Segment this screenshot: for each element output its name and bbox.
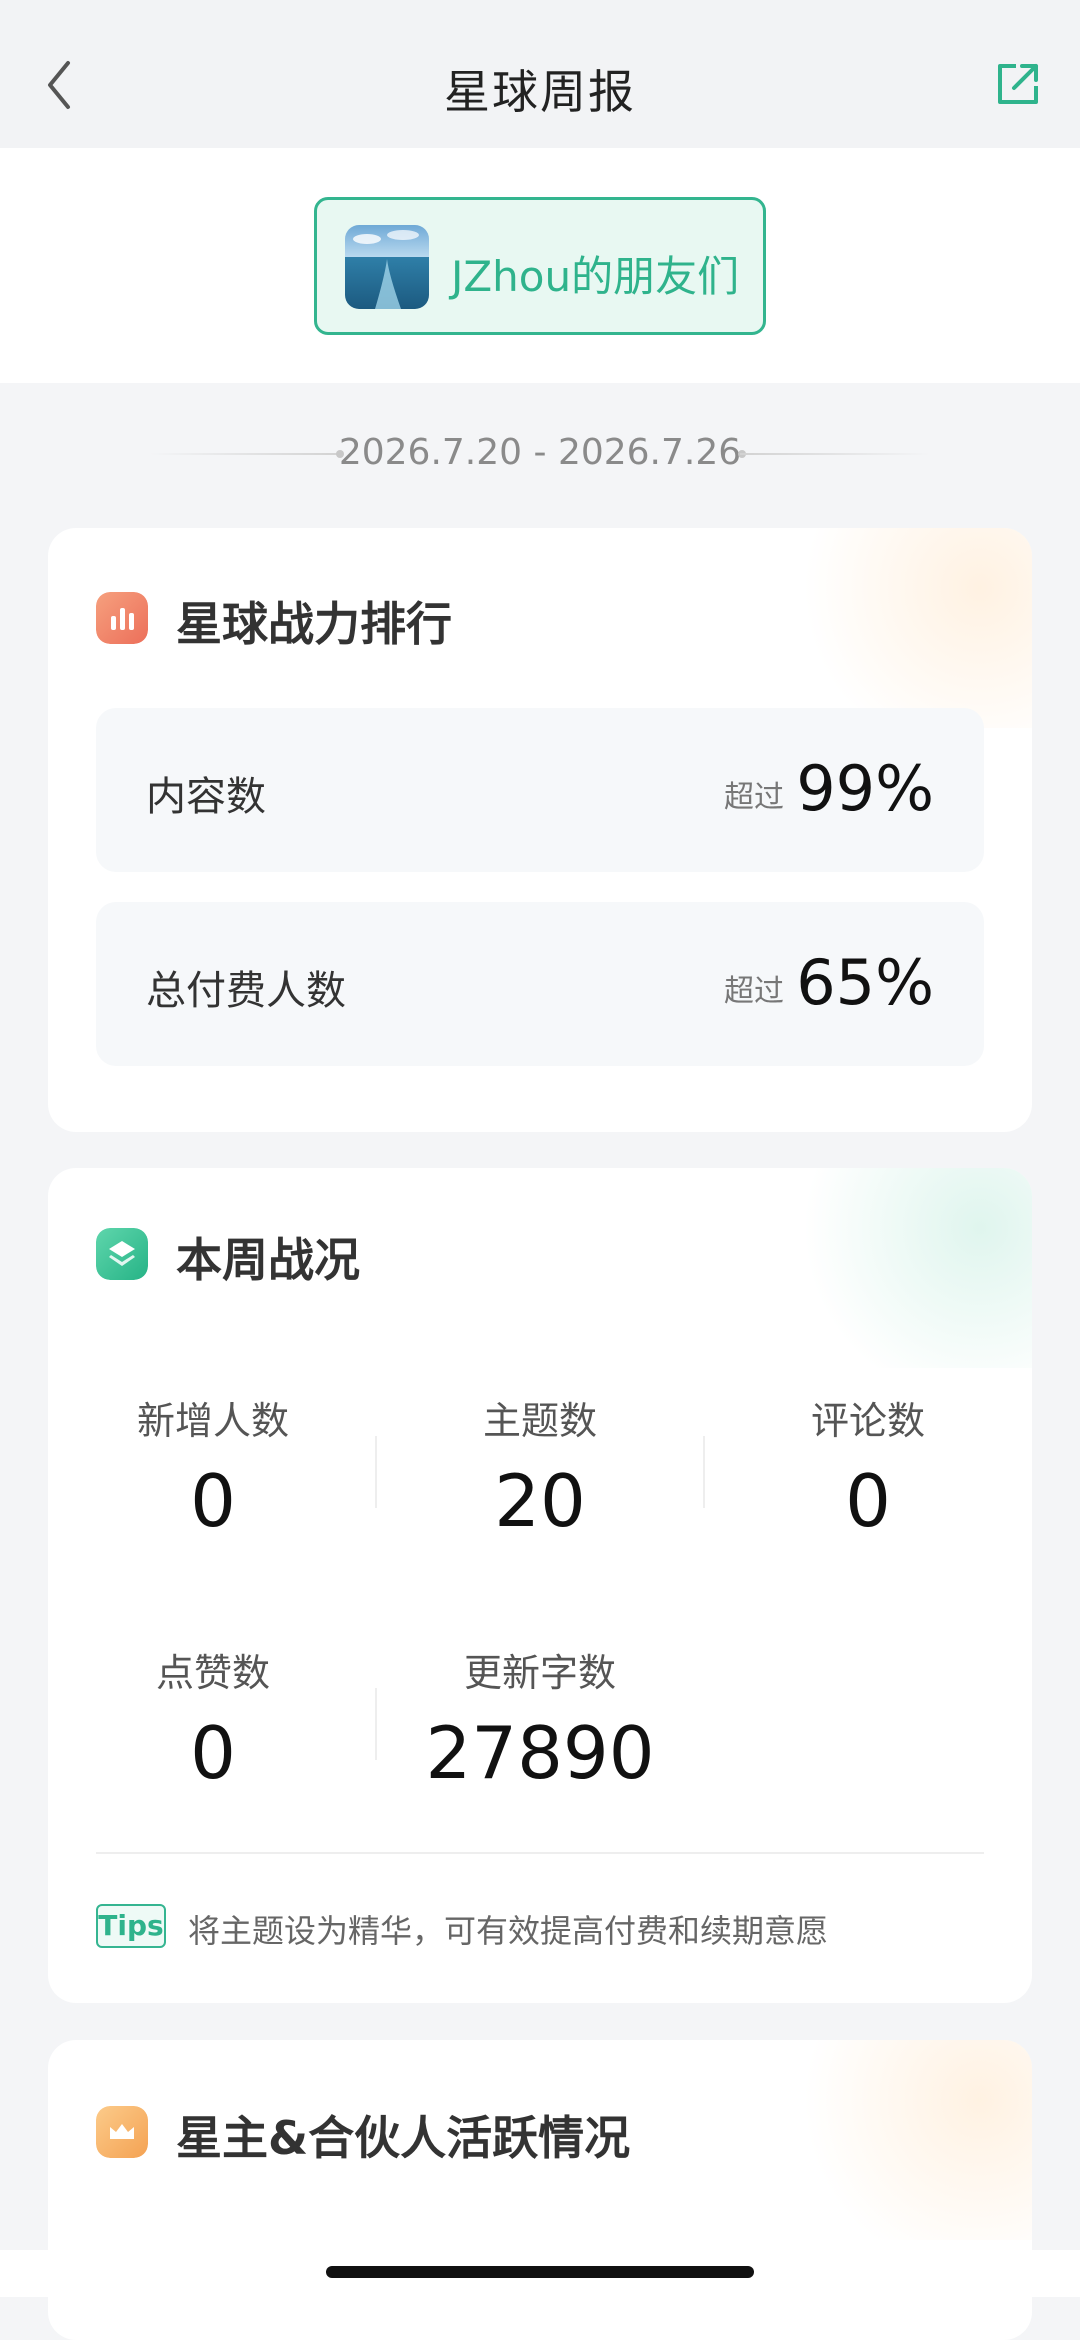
rank-prefix: 超过 (724, 974, 784, 1009)
planet-name: JZhou的朋友们 (451, 252, 740, 301)
rank-row-content: 内容数 超过 99% (96, 708, 984, 872)
weekly-title: 本周战况 (176, 1233, 360, 1287)
planet-header: JZhou的朋友们 (0, 148, 1080, 383)
card-glow (772, 2040, 1032, 2240)
stat-value: 0 (190, 1711, 236, 1795)
crown-icon (96, 2106, 148, 2158)
tips-divider (96, 1852, 984, 1854)
weekly-card: 本周战况 新增人数 0 主题数 20 评论数 0 点赞数 0 更新字数 2789… (48, 1168, 1032, 2003)
ranking-card: 星球战力排行 内容数 超过 99% 总付费人数 超过 65% (48, 528, 1032, 1132)
stat-value: 20 (494, 1459, 586, 1543)
stat-value: 0 (190, 1459, 236, 1543)
stat-label: 新增人数 (136, 1399, 289, 1443)
home-indicator[interactable] (326, 2266, 754, 2278)
rank-label: 内容数 (146, 774, 266, 820)
rank-prefix: 超过 (724, 780, 784, 815)
planet-chip[interactable]: JZhou的朋友们 (314, 197, 766, 335)
nav-bar: 星球周报 (0, 0, 1080, 148)
stat-label: 主题数 (482, 1399, 597, 1443)
stat-label: 点赞数 (155, 1651, 270, 1695)
stat-comments: 评论数 0 (703, 1390, 1032, 1543)
planet-avatar (345, 225, 429, 309)
rank-value: 99% (796, 752, 934, 825)
card-glow (772, 1168, 1032, 1368)
external-share-icon[interactable] (994, 60, 1042, 108)
stat-label: 评论数 (810, 1399, 925, 1443)
tips-badge: Tips (96, 1904, 166, 1948)
stat-likes: 点赞数 0 (48, 1642, 378, 1795)
card-glow (772, 528, 1032, 728)
layers-icon (96, 1228, 148, 1280)
page-title: 星球周报 (444, 65, 636, 119)
rank-row-paid: 总付费人数 超过 65% (96, 902, 984, 1066)
owners-title: 星主&合伙人活跃情况 (176, 2111, 631, 2165)
rank-label: 总付费人数 (146, 968, 346, 1014)
tips-text: 将主题设为精华，可有效提高付费和续期意愿 (188, 1912, 829, 1950)
rank-value: 65% (796, 946, 934, 1019)
stat-word-count: 更新字数 27890 (375, 1642, 705, 1795)
stat-new-members: 新增人数 0 (48, 1390, 378, 1543)
date-range: 2026.7.20 - 2026.7.26 (0, 428, 1080, 478)
stat-value: 0 (845, 1459, 891, 1543)
divider-right (740, 453, 930, 455)
stat-topics: 主题数 20 (375, 1390, 705, 1543)
stat-value: 27890 (425, 1711, 655, 1795)
ranking-title: 星球战力排行 (176, 597, 452, 651)
stat-label: 更新字数 (463, 1651, 616, 1695)
bar-chart-icon (96, 592, 148, 644)
